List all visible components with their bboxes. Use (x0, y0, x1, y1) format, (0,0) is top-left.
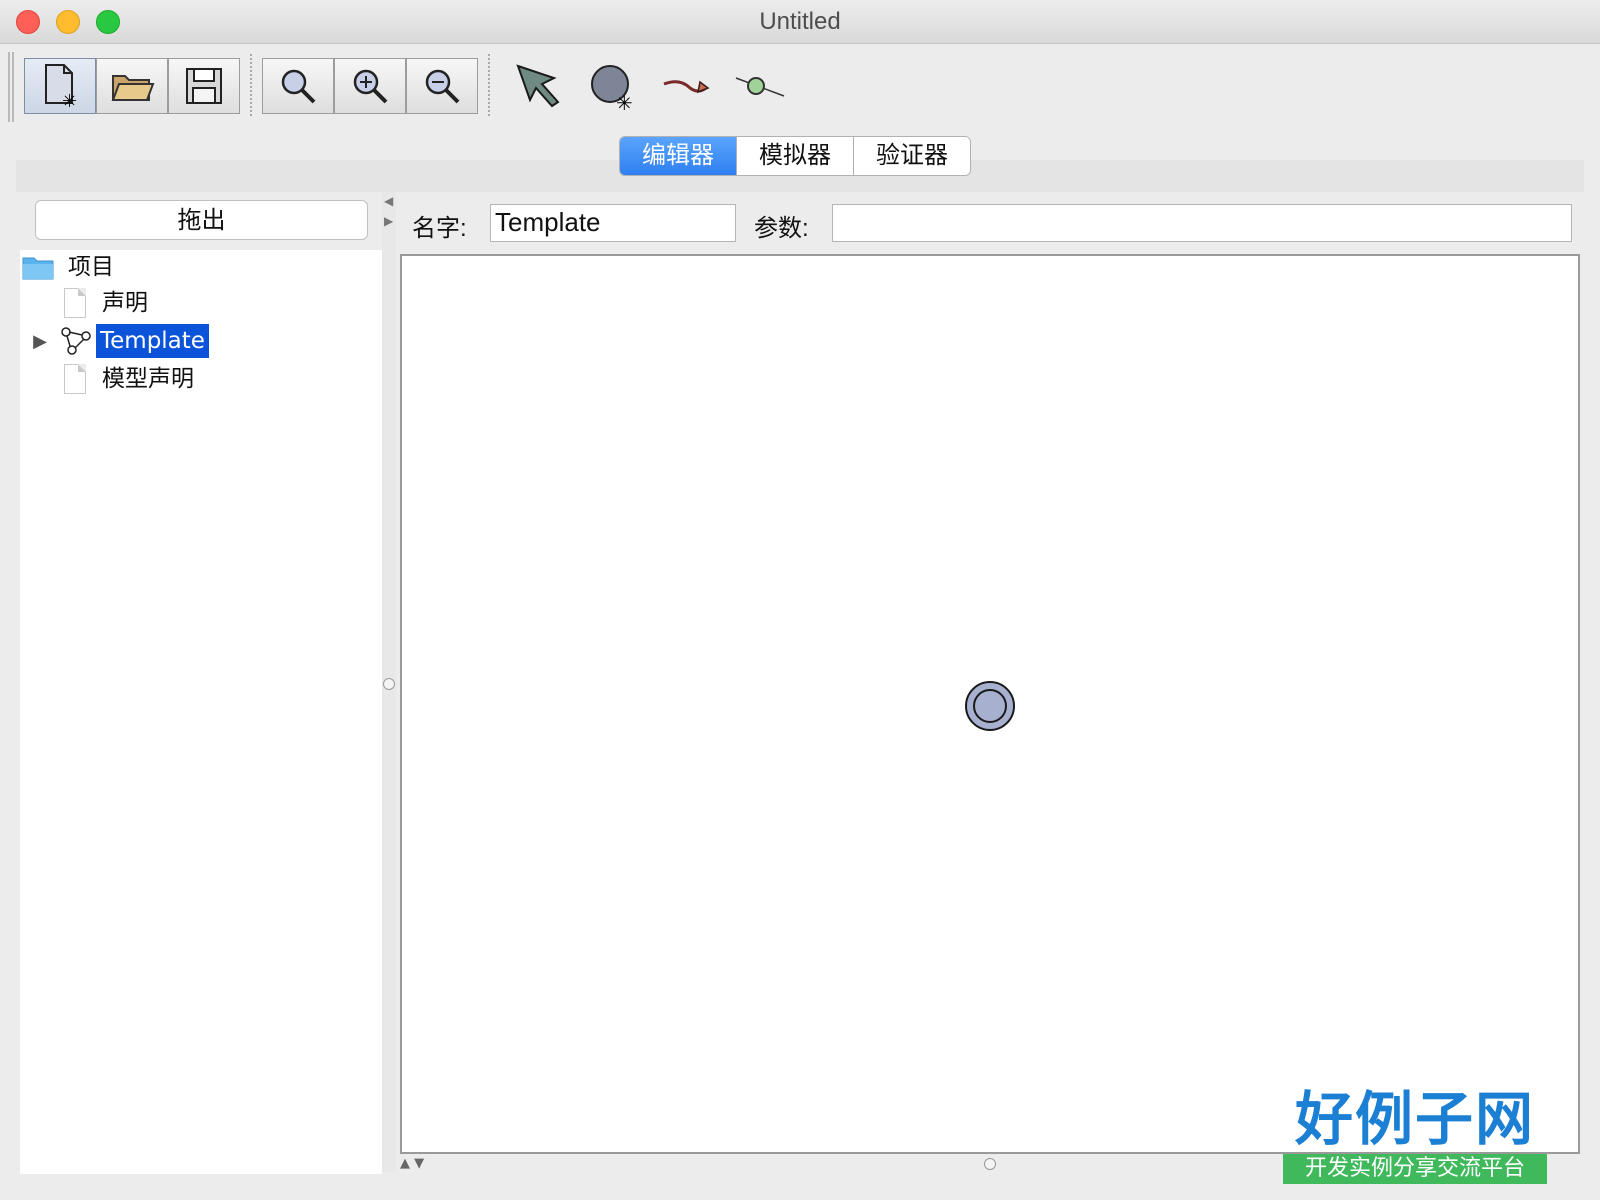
site-logo-title: 好例子网 (1294, 1085, 1535, 1153)
open-folder-button[interactable] (96, 58, 168, 114)
add-nail-tool[interactable] (728, 54, 792, 118)
tab-editor[interactable]: 编辑器 (620, 137, 736, 175)
select-tool[interactable] (506, 54, 570, 118)
canvas-scroll-controls[interactable]: ▲ ▼ (400, 1156, 424, 1171)
tree-item-system-declarations[interactable]: 模型声明 (64, 362, 198, 396)
drag-out-button[interactable]: 拖出 (35, 200, 368, 240)
zoom-out-icon (425, 69, 460, 104)
zoom-out-button[interactable] (406, 58, 478, 114)
site-logo: 好例子网 开发实例分享交流平台 (1283, 1086, 1547, 1190)
scroll-down-icon[interactable]: ▼ (414, 1156, 424, 1171)
collapse-left-arrow-icon[interactable]: ◀ (384, 194, 393, 208)
tab-verifier[interactable]: 验证器 (853, 137, 970, 175)
parameters-field[interactable] (832, 204, 1572, 242)
svg-text:✳: ✳ (62, 91, 77, 109)
initial-location[interactable] (964, 680, 1016, 732)
document-icon (64, 364, 86, 394)
site-logo-subtitle: 开发实例分享交流平台 (1283, 1154, 1547, 1184)
open-folder-icon (111, 75, 155, 101)
toolbar-separator (250, 54, 252, 116)
splitter-handle[interactable] (383, 678, 395, 690)
expand-arrow-icon[interactable]: ▶ (20, 331, 60, 352)
new-document-button[interactable]: ✳ (24, 58, 96, 114)
zoom-in-button[interactable] (334, 58, 406, 114)
add-edge-icon (663, 80, 710, 94)
add-nail-icon (735, 77, 785, 97)
tree-item-label: Template (96, 324, 209, 358)
tab-simulator[interactable]: 模拟器 (736, 137, 853, 175)
add-edge-tool[interactable] (654, 54, 718, 118)
project-tree[interactable]: 项目 声明 ▶ Template 模型声明 (20, 250, 382, 1174)
tree-item-template[interactable]: ▶ Template (20, 324, 209, 358)
document-icon (64, 288, 86, 318)
magnifier-icon (281, 69, 316, 104)
panel-splitter[interactable]: ◀ ▶ (382, 192, 396, 1172)
save-button[interactable] (168, 58, 240, 114)
add-location-icon: ✳ (591, 65, 633, 112)
new-document-icon: ✳ (45, 64, 77, 109)
parameters-label: 参数: (754, 215, 809, 242)
toolbar-separator (488, 54, 490, 116)
zoom-in-icon (353, 69, 388, 104)
editor-tab-bar: 编辑器 模拟器 验证器 (619, 136, 971, 176)
toolbar: ✳ ✳ (0, 44, 1600, 124)
scroll-up-icon[interactable]: ▲ (400, 1156, 410, 1171)
toolbar-grip[interactable] (8, 52, 14, 122)
svg-text:✳: ✳ (616, 91, 633, 112)
select-arrow-icon (516, 64, 560, 108)
expand-right-arrow-icon[interactable]: ▶ (384, 214, 393, 228)
tree-item-label: 声明 (102, 290, 148, 316)
tree-root-project[interactable]: 项目 (22, 250, 118, 284)
tree-root-label: 项目 (68, 254, 114, 280)
tree-item-declarations[interactable]: 声明 (64, 286, 152, 320)
window-title: Untitled (759, 8, 841, 35)
title-bar: Untitled (0, 0, 1600, 44)
zoom-fit-button[interactable] (262, 58, 334, 114)
save-disk-icon (186, 68, 222, 104)
folder-icon (22, 257, 54, 280)
template-automaton-icon (61, 327, 91, 355)
name-field[interactable]: Template (490, 204, 736, 242)
horizontal-splitter-handle[interactable] (984, 1158, 996, 1170)
name-label: 名字: (412, 215, 467, 242)
tree-item-label: 模型声明 (102, 366, 194, 392)
add-location-tool[interactable]: ✳ (580, 54, 644, 118)
